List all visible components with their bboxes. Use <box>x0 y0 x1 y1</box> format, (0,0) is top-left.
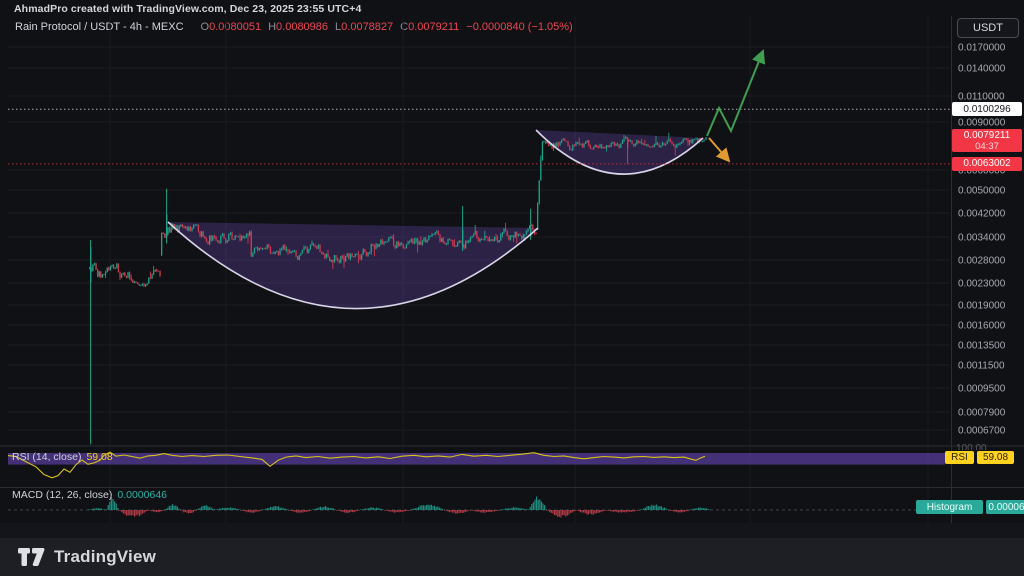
macd-histogram <box>88 497 710 518</box>
rsi-title-text: RSI (14, close) <box>12 451 81 463</box>
bearish-projection-arrow[interactable] <box>709 138 729 161</box>
macd-histogram-badge: Histogram <box>916 500 983 514</box>
price-tick-label[interactable]: 0.0023000 <box>958 279 1006 290</box>
price-tick-label[interactable]: 0.0013500 <box>958 341 1006 352</box>
price-tick-label[interactable]: 0.0110000 <box>958 92 1005 103</box>
price-tick-label[interactable]: 0.0090000 <box>958 118 1006 129</box>
rsi-band <box>8 453 945 465</box>
tradingview-logo-icon[interactable] <box>18 548 45 566</box>
macd-value: 0.0000646 <box>117 489 167 501</box>
last-price-label: 0.0079211 04:37 <box>952 129 1022 152</box>
rsi-axis-value-badge: 59.08 <box>977 451 1014 464</box>
currency-toggle-button[interactable]: USDT <box>957 18 1019 38</box>
rsi-pane-title[interactable]: RSI (14, close) 59.08 <box>12 451 113 463</box>
tradingview-chart-window: AhmadPro created with TradingView.com, D… <box>0 0 1024 576</box>
macd-histogram-value-badge: 0.0000646 <box>986 500 1024 514</box>
bar-countdown: 04:37 <box>975 141 999 152</box>
rsi-scale-top-label: 100.00 <box>956 443 987 450</box>
price-level-label-upper: 0.0100296 <box>952 102 1022 116</box>
bottom-toolbar: TradingView <box>0 538 1024 576</box>
tradingview-brand-text[interactable]: TradingView <box>54 547 156 567</box>
price-tick-label[interactable]: 0.0170000 <box>958 43 1006 54</box>
price-tick-label[interactable]: 0.0050000 <box>958 186 1006 197</box>
price-tick-label[interactable]: 0.0028000 <box>958 256 1006 267</box>
price-tick-label[interactable]: 0.0006700 <box>958 426 1006 437</box>
price-level-label-lower: 0.0063002 <box>952 157 1022 171</box>
price-tick-label[interactable]: 0.0016000 <box>958 321 1006 332</box>
price-tick-label[interactable]: 0.0034000 <box>958 233 1006 244</box>
macd-pane-title[interactable]: MACD (12, 26, close) 0.0000646 <box>12 489 167 501</box>
rsi-value: 59.08 <box>86 451 112 463</box>
price-tick-label[interactable]: 0.0011500 <box>958 361 1005 372</box>
bullish-projection-arrow[interactable] <box>707 51 763 136</box>
last-price-value: 0.0079211 <box>964 130 1011 141</box>
price-tick-label[interactable]: 0.0007900 <box>958 408 1006 419</box>
price-tick-label[interactable]: 0.0042000 <box>958 209 1006 220</box>
price-tick-label[interactable]: 0.0019000 <box>958 301 1006 312</box>
time-axis-strip[interactable] <box>0 523 1024 538</box>
price-tick-label[interactable]: 0.0140000 <box>958 64 1006 75</box>
rsi-axis-badge: RSI <box>945 451 974 464</box>
macd-title-text: MACD (12, 26, close) <box>12 489 112 501</box>
price-tick-label[interactable]: 0.0009500 <box>958 384 1006 395</box>
